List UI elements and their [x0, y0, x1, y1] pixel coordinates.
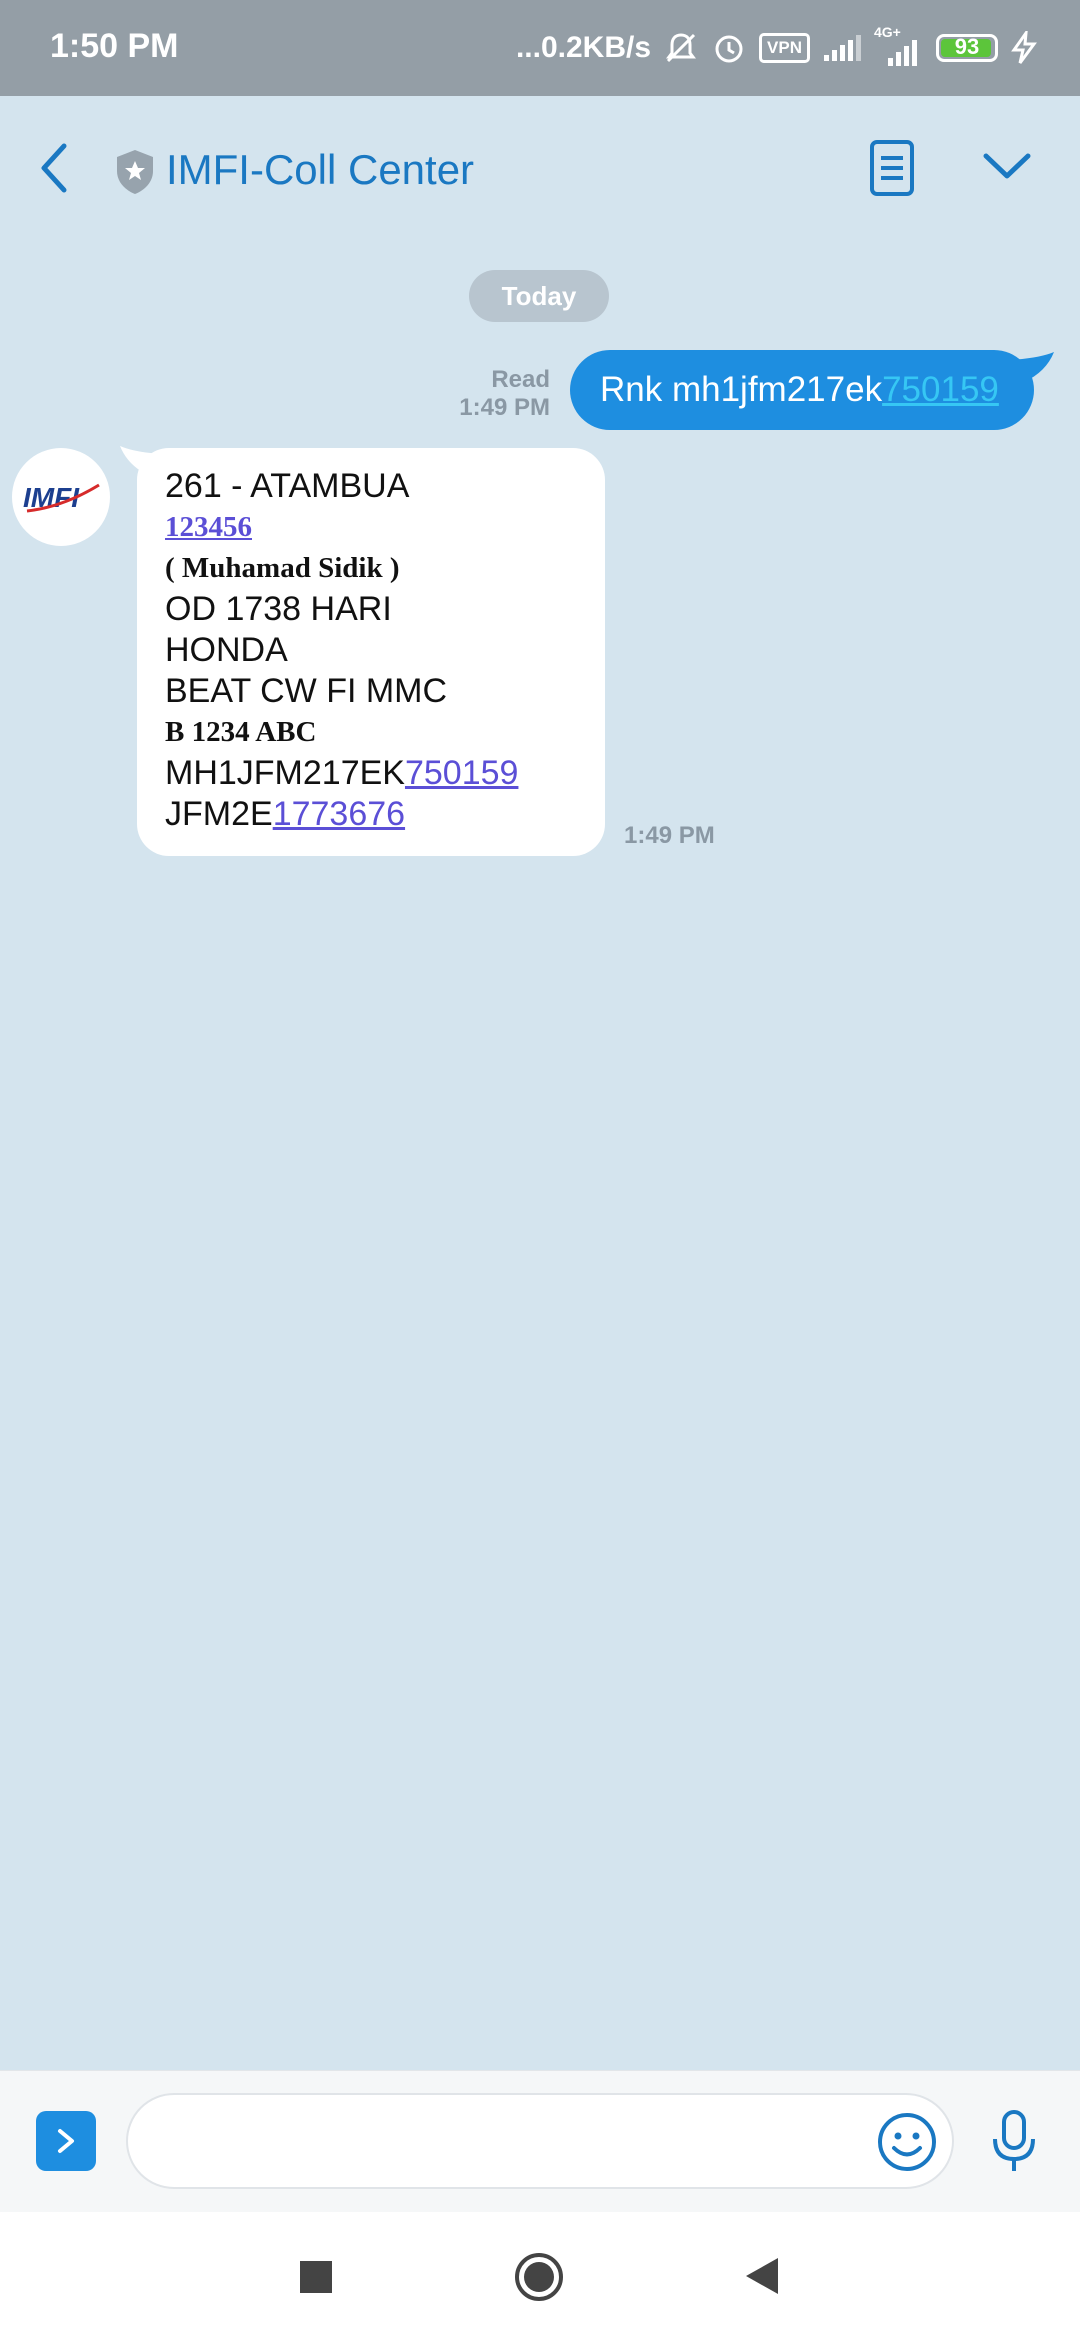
message-line-plate: B 1234 ABC [165, 716, 317, 748]
message-line: 261 - ATAMBUA [165, 467, 410, 505]
message-line-chassis: MH1JFM217EK750159 [165, 753, 577, 794]
chat-header: IMFI-Coll Center [0, 96, 1080, 246]
back-icon[interactable] [744, 2256, 780, 2296]
outgoing-number-link[interactable]: 750159 [882, 370, 999, 409]
message-composer [0, 2070, 1080, 2213]
outgoing-time: 1:49 PM [459, 394, 550, 421]
status-bar: 1:50 PM ...0.2KB/s VPN 4G+ 93 [0, 0, 1080, 96]
emoji-icon[interactable] [876, 2111, 938, 2173]
battery-icon: 93 [936, 34, 998, 62]
outgoing-meta: Read 1:49 PM [459, 366, 550, 422]
outgoing-message-bubble[interactable]: Rnk mh1jfm217ek750159 [570, 350, 1034, 430]
alarm-icon [715, 35, 743, 63]
system-nav-bar [0, 2212, 1080, 2340]
message-input[interactable] [126, 2093, 954, 2189]
document-icon[interactable] [864, 138, 920, 198]
microphone-icon[interactable] [990, 2109, 1038, 2175]
date-chip: Today [469, 270, 609, 322]
incoming-message-bubble[interactable]: 261 - ATAMBUA 123456 ( Muhamad Sidik ) O… [137, 448, 605, 856]
message-line-name: ( Muhamad Sidik ) [165, 552, 400, 584]
chassis-prefix: MH1JFM217EK [165, 754, 405, 792]
incoming-time: 1:49 PM [624, 822, 715, 849]
read-status: Read [491, 366, 550, 393]
signal-icon [824, 35, 861, 61]
chevron-down-icon[interactable] [982, 146, 1032, 186]
recents-icon[interactable] [300, 2261, 332, 2293]
engine-prefix: JFM2E [165, 795, 273, 833]
net-speed: ...0.2KB/s [515, 31, 652, 64]
chat-title[interactable]: IMFI-Coll Center [166, 146, 474, 194]
message-line: HONDA [165, 631, 288, 669]
message-number-link[interactable]: 123456 [165, 507, 577, 548]
expand-button[interactable] [36, 2111, 96, 2171]
signal-4g-icon: 4G+ [874, 24, 924, 68]
chassis-number-link[interactable]: 750159 [405, 754, 518, 792]
home-icon[interactable] [514, 2252, 564, 2302]
outgoing-text: Rnk mh1jfm217ek [600, 370, 883, 409]
status-icons: ...0.2KB/s VPN 4G+ 93 [515, 24, 1040, 70]
back-arrow-icon[interactable] [30, 136, 82, 200]
status-time: 1:50 PM [50, 27, 179, 65]
verified-shield-icon [117, 150, 153, 194]
message-line: BEAT CW FI MMC [165, 672, 448, 710]
message-line: OD 1738 HARI [165, 590, 392, 628]
engine-number-link[interactable]: 1773676 [273, 795, 405, 833]
expand-icon [58, 2129, 74, 2153]
battery-level: 93 [954, 34, 980, 59]
mute-bell-icon [666, 33, 697, 63]
sender-avatar[interactable]: IMFI [12, 448, 110, 546]
imfi-logo: IMFI [23, 482, 100, 513]
charging-icon [1011, 31, 1037, 64]
vpn-badge: VPN [759, 33, 810, 63]
message-line-engine: JFM2E1773676 [165, 794, 577, 835]
